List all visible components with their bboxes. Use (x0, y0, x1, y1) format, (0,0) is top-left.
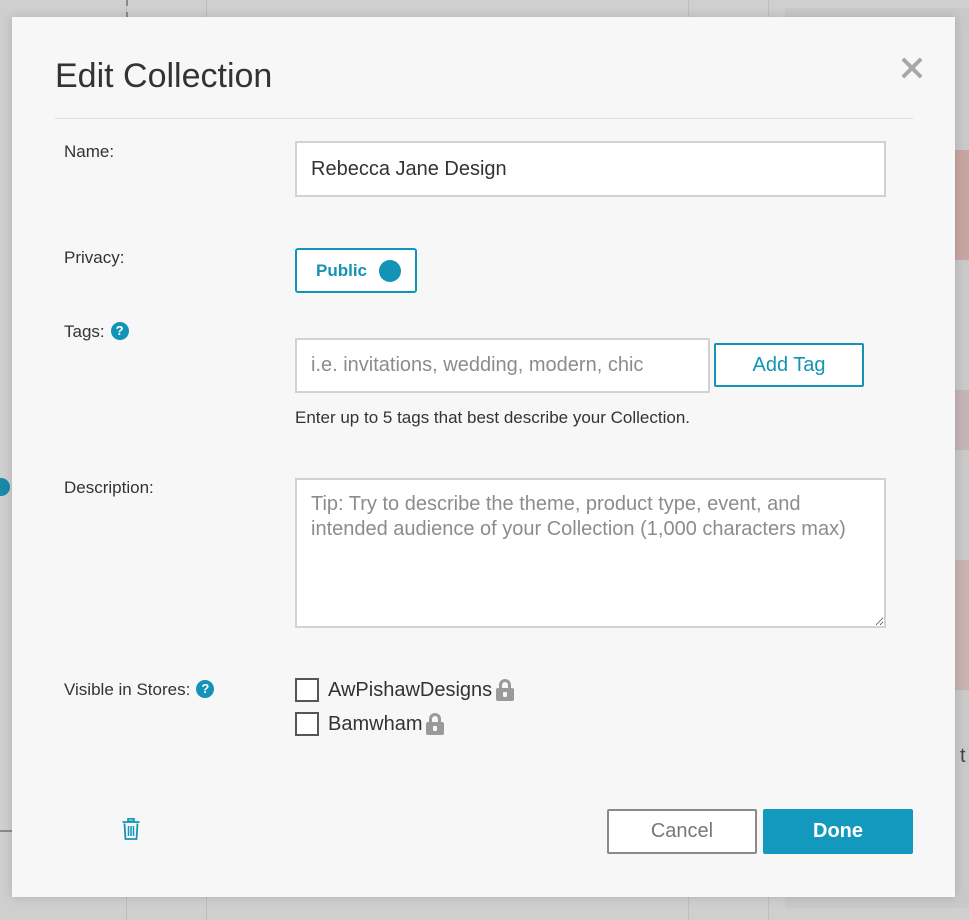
store-item: Bamwham (295, 711, 445, 737)
toggle-knob (379, 259, 402, 282)
close-icon[interactable] (899, 55, 925, 81)
name-label: Name: (64, 142, 115, 161)
tags-help-icon[interactable]: ? (110, 322, 129, 340)
store-checkbox[interactable] (295, 678, 319, 702)
description-textarea[interactable] (295, 478, 886, 628)
store-name: AwPishawDesigns (328, 678, 493, 701)
done-button[interactable]: Done (763, 809, 913, 854)
bg-dashed-line (126, 0, 128, 18)
tags-label: Tags: (64, 322, 105, 341)
stores-label-row: Visible in Stores:? (64, 680, 215, 700)
bg-dashed-line (0, 830, 12, 832)
description-label: Description: (64, 478, 154, 497)
store-item: AwPishawDesigns (295, 677, 515, 703)
bg-help-icon (0, 478, 10, 496)
tags-input[interactable] (295, 338, 710, 393)
title-divider (55, 118, 913, 119)
lock-icon (426, 713, 445, 735)
name-input[interactable] (295, 141, 886, 197)
privacy-label: Privacy: (64, 248, 125, 267)
add-tag-button[interactable]: Add Tag (714, 343, 864, 387)
cancel-button[interactable]: Cancel (607, 809, 757, 854)
lock-icon (496, 679, 515, 701)
stores-label: Visible in Stores: (64, 680, 191, 699)
modal-title: Edit Collection (55, 57, 273, 95)
store-checkbox[interactable] (295, 712, 319, 736)
trash-icon[interactable] (122, 818, 140, 840)
tags-hint: Enter up to 5 tags that best describe yo… (295, 408, 691, 427)
privacy-value: Public (316, 260, 368, 280)
privacy-toggle[interactable]: Public (295, 248, 417, 293)
bg-partial-text: t (960, 745, 966, 767)
edit-collection-modal: Edit Collection Name: Privacy: Public Ta… (12, 17, 955, 897)
store-name: Bamwham (328, 712, 423, 735)
stores-help-icon[interactable]: ? (196, 680, 215, 698)
tags-label-row: Tags:? (64, 322, 129, 342)
